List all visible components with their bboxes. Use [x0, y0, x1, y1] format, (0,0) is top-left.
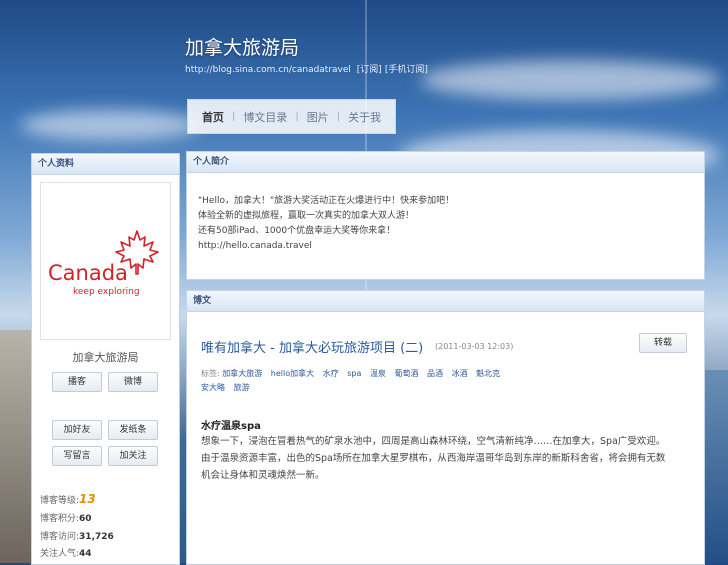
sky-cloud [20, 110, 200, 140]
sky-cloud [420, 60, 720, 100]
tag-link[interactable]: 魁北克 [476, 369, 500, 378]
intro-link[interactable]: http://hello.canada.travel [198, 239, 454, 254]
post-tags: 标签: 加拿大旅游 hello加拿大 水疗 spa 温泉 葡萄酒 品酒 冰酒 魁… [201, 367, 541, 395]
tag-link[interactable]: hello加拿大 [271, 369, 314, 378]
stat-followers-value: 44 [79, 549, 92, 559]
post-title-link[interactable]: 唯有加拿大 - 加拿大必玩旅游项目 (二) [201, 337, 423, 356]
mobile-subscribe-link[interactable]: [手机订阅] [385, 65, 428, 75]
stat-level: 博客等级:13 [40, 492, 96, 506]
tag-link[interactable]: 旅游 [234, 383, 250, 392]
post-timestamp: (2011-03-03 12:03) [435, 342, 514, 351]
profile-heading: 个人资料 [32, 154, 179, 175]
intro-line: "Hello，加拿大！"旅游大奖活动正在火爆进行中！快来参加吧！ [198, 196, 455, 206]
leave-message-button[interactable]: 写留言 [52, 446, 102, 466]
blog-title[interactable]: 加拿大旅游局 [185, 33, 299, 60]
nav-about[interactable]: 关于我 [340, 109, 389, 125]
posts-heading: 博文 [187, 291, 704, 312]
repost-button[interactable]: 转载 [639, 333, 687, 353]
send-note-button[interactable]: 发纸条 [108, 420, 158, 440]
profile-panel: 个人资料 Canada keep exploring 加拿大旅游局 播客 微博 … [31, 153, 180, 565]
tags-label: 标签: [201, 369, 220, 378]
weibo-button[interactable]: 微博 [108, 372, 158, 392]
main-nav: 首页 | 博文目录 | 图片 | 关于我 [187, 99, 396, 134]
logo-tagline: keep exploring [73, 287, 140, 297]
tag-link[interactable]: 冰酒 [452, 369, 468, 378]
tag-link[interactable]: 加拿大旅游 [222, 369, 262, 378]
logo-text: Canada [48, 261, 128, 285]
subscribe-link[interactable]: [订阅] [357, 65, 382, 75]
stat-points: 博客积分:60 [40, 511, 92, 524]
tag-link[interactable]: 安大略 [201, 383, 225, 392]
blog-url[interactable]: http://blog.sina.com.cn/canadatravel [185, 65, 351, 75]
follow-button[interactable]: 加关注 [108, 446, 158, 466]
stat-visits-value: 31,726 [79, 532, 114, 542]
tag-link[interactable]: 品酒 [427, 369, 443, 378]
stat-points-label: 博客积分: [40, 514, 80, 524]
intro-heading: 个人简介 [187, 152, 704, 173]
nav-home[interactable]: 首页 [194, 109, 232, 125]
blog-button[interactable]: 播客 [52, 372, 102, 392]
post-body-line: 想象一下，浸泡在冒着热气的矿泉水池中，四周是高山森林环绕，空气清新纯净……在加拿… [201, 436, 666, 447]
intro-panel: 个人简介 "Hello，加拿大！"旅游大奖活动正在火爆进行中！快来参加吧！ 体验… [186, 151, 705, 280]
tag-link[interactable]: spa [347, 369, 361, 378]
stat-followers: 关注人气:44 [40, 546, 92, 559]
tag-link[interactable]: 水疗 [323, 369, 339, 378]
intro-text: "Hello，加拿大！"旅游大奖活动正在火爆进行中！快来参加吧！ 体验全新的虚拟… [198, 194, 454, 254]
stat-level-value: 13 [79, 492, 96, 506]
posts-panel: 博文 唯有加拿大 - 加拿大必玩旅游项目 (二) (2011-03-03 12:… [186, 290, 705, 565]
blog-url-line: http://blog.sina.com.cn/canadatravel [订阅… [185, 62, 428, 75]
post-section-title: 水疗温泉spa [201, 421, 261, 432]
stat-followers-label: 关注人气: [40, 549, 80, 559]
stat-visits: 博客访问:31,726 [40, 529, 114, 542]
tag-link[interactable]: 温泉 [370, 369, 386, 378]
intro-line: 体验全新的虚拟旅程，赢取一次真实的加拿大双人游！ [198, 211, 415, 221]
nav-pictures[interactable]: 图片 [299, 109, 337, 125]
post-body: 想象一下，浸泡在冒着热气的矿泉水池中，四周是高山森林环绕，空气清新纯净……在加拿… [201, 433, 691, 484]
nav-blog-list[interactable]: 博文目录 [235, 109, 295, 125]
profile-name[interactable]: 加拿大旅游局 [32, 349, 179, 365]
post-body-line: 由于温泉资源丰富，出色的Spa场所在加拿大星罗棋布，从西海岸温哥华岛到东岸的新斯… [201, 453, 666, 464]
avatar[interactable]: Canada keep exploring [40, 182, 171, 340]
stat-points-value: 60 [79, 514, 92, 524]
intro-line: 还有50部iPad、1000个优盘幸运大奖等你来拿！ [198, 226, 396, 236]
stat-visits-label: 博客访问: [40, 532, 80, 542]
post-body-line: 机会让身体和灵魂焕然一新。 [201, 470, 325, 481]
stat-level-label: 博客等级: [40, 496, 80, 506]
tag-link[interactable]: 葡萄酒 [394, 369, 418, 378]
add-friend-button[interactable]: 加好友 [52, 420, 102, 440]
